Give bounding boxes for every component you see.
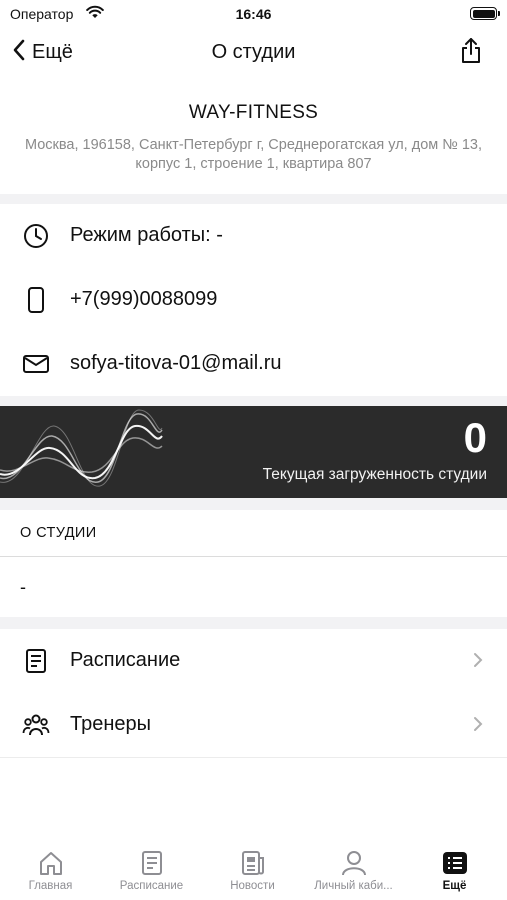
schedule-label: Расписание bbox=[70, 649, 181, 671]
about-text: - bbox=[20, 577, 26, 597]
wave-graphic bbox=[0, 409, 163, 487]
document-icon bbox=[22, 647, 50, 675]
phone-icon bbox=[22, 286, 50, 314]
clock: 16:46 bbox=[235, 6, 272, 22]
document-icon bbox=[139, 850, 165, 876]
about-body: - bbox=[0, 557, 507, 617]
trainers-link[interactable]: Тренеры bbox=[0, 693, 507, 758]
section-divider bbox=[0, 498, 507, 510]
person-icon bbox=[341, 850, 367, 876]
battery-tip bbox=[498, 11, 500, 16]
battery-icon bbox=[470, 7, 497, 20]
page-title: О студии bbox=[211, 41, 296, 63]
share-button[interactable] bbox=[459, 36, 483, 71]
navigation-bar: Ещё О студии bbox=[0, 28, 507, 81]
email-text[interactable]: sofya-titova-01@mail.ru bbox=[70, 352, 281, 375]
tab-label: Ещё bbox=[442, 880, 467, 892]
tab-label: Новости bbox=[230, 880, 275, 892]
studio-header: WAY-FITNESS Москва, 196158, Санкт-Петерб… bbox=[0, 80, 507, 194]
hours-row: Режим работы: - bbox=[0, 204, 507, 269]
tab-profile[interactable]: Личный каби... bbox=[303, 838, 404, 900]
load-value: 0 bbox=[463, 414, 487, 461]
tab-label: Личный каби... bbox=[314, 880, 393, 892]
studio-address: Москва, 196158, Санкт-Петербург г, Средн… bbox=[24, 137, 483, 172]
load-label: Текущая загруженность студии bbox=[262, 466, 487, 483]
section-divider bbox=[0, 396, 507, 406]
about-heading-label: О СТУДИИ bbox=[20, 525, 97, 541]
mail-icon bbox=[22, 350, 50, 378]
email-row[interactable]: sofya-titova-01@mail.ru bbox=[0, 332, 507, 397]
chevron-right-icon bbox=[473, 716, 483, 737]
schedule-link[interactable]: Расписание bbox=[0, 629, 507, 694]
tab-bar: Главная Расписание Новости Личный каби..… bbox=[0, 838, 507, 900]
people-icon bbox=[22, 711, 50, 739]
share-icon bbox=[459, 38, 483, 70]
news-icon bbox=[240, 850, 266, 876]
tab-news[interactable]: Новости bbox=[202, 838, 303, 900]
studio-load-banner: 0 Текущая загруженность студии bbox=[0, 406, 507, 498]
studio-name: WAY-FITNESS bbox=[188, 102, 319, 123]
section-divider bbox=[0, 194, 507, 204]
phone-text[interactable]: +7(999)0088099 bbox=[70, 288, 217, 311]
clock-icon bbox=[22, 222, 50, 250]
hours-text: Режим работы: - bbox=[70, 224, 223, 246]
trainers-label: Тренеры bbox=[70, 713, 152, 735]
tab-more[interactable]: Ещё bbox=[404, 838, 505, 900]
list-icon bbox=[442, 850, 468, 876]
tab-home[interactable]: Главная bbox=[0, 838, 101, 900]
tab-schedule[interactable]: Расписание bbox=[101, 838, 202, 900]
chevron-right-icon bbox=[473, 652, 483, 673]
home-icon bbox=[38, 850, 64, 876]
section-divider bbox=[0, 617, 507, 629]
about-heading: О СТУДИИ bbox=[0, 510, 507, 557]
phone-row[interactable]: +7(999)0088099 bbox=[0, 268, 507, 333]
tab-label: Главная bbox=[28, 880, 73, 892]
tab-label: Расписание bbox=[119, 880, 184, 892]
status-bar: Оператор 16:46 bbox=[0, 0, 507, 28]
